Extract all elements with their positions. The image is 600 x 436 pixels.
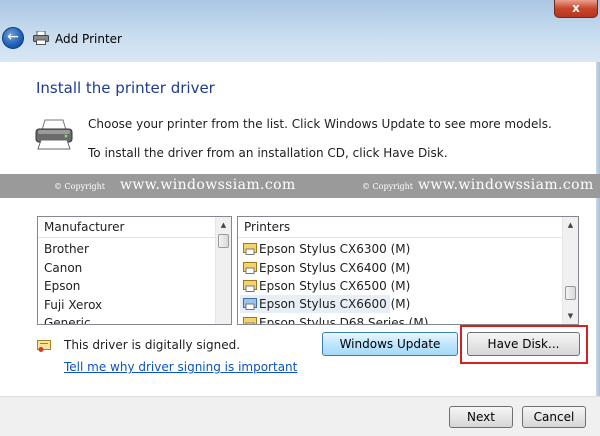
printer-name: Epson Stylus CX6500 (M) — [259, 279, 411, 293]
printer-icon — [33, 31, 49, 45]
window-title: Add Printer — [55, 32, 122, 46]
next-button[interactable]: Next — [449, 406, 513, 428]
printer-row[interactable]: Epson Stylus CX6300 (M) — [240, 240, 410, 258]
watermark-url: www.windowssiam.com — [418, 177, 594, 193]
printer-name: Epson Stylus CX6300 (M) — [259, 242, 411, 256]
driver-signing-link[interactable]: Tell me why driver signing is important — [64, 360, 297, 374]
list-item[interactable]: Generic — [44, 314, 91, 324]
printer-icon-large — [35, 119, 73, 150]
printer-row[interactable]: Epson Stylus CX6400 (M) — [240, 259, 410, 277]
printers-scrollbar[interactable]: ▲ ▼ — [562, 217, 578, 324]
manufacturer-list-header: Manufacturer — [38, 217, 231, 238]
windows-update-button[interactable]: Windows Update — [322, 332, 458, 356]
driver-icon — [243, 243, 257, 255]
list-item[interactable]: Epson — [44, 277, 80, 295]
instruction-line-2: To install the driver from an installati… — [88, 146, 448, 160]
scroll-down-icon[interactable]: ▼ — [563, 308, 578, 324]
manufacturer-scrollbar[interactable]: ▲ — [215, 217, 231, 324]
printers-list[interactable]: Printers Epson Stylus CX6300 (M) Epson S… — [237, 216, 579, 325]
driver-signed-text: This driver is digitally signed. — [64, 338, 241, 352]
have-disk-button[interactable]: Have Disk... — [467, 332, 580, 356]
printer-name: Epson Stylus D68 Series (M) — [259, 316, 429, 325]
watermark-copyright: © Copyright — [362, 182, 413, 191]
printer-name: Epson Stylus CX6600 (M) — [259, 297, 411, 311]
list-item[interactable]: Canon — [44, 259, 82, 277]
printers-list-header: Printers — [238, 217, 578, 238]
printer-row-selected[interactable]: Epson Stylus CX6600 (M) — [240, 295, 410, 313]
scroll-thumb[interactable] — [218, 234, 229, 248]
window-right-border — [596, 62, 600, 435]
watermark-url: www.windowssiam.com — [120, 177, 296, 193]
list-item[interactable]: Fuji Xerox — [44, 296, 102, 314]
cancel-button[interactable]: Cancel — [522, 406, 586, 428]
watermark-copyright: © Copyright — [54, 182, 105, 191]
list-item[interactable]: Brother — [44, 240, 89, 258]
instruction-line-1: Choose your printer from the list. Click… — [88, 117, 552, 131]
driver-icon — [243, 317, 257, 324]
scroll-thumb[interactable] — [565, 286, 576, 300]
driver-icon — [243, 280, 257, 292]
driver-icon — [243, 298, 257, 310]
scroll-up-icon[interactable]: ▲ — [216, 217, 231, 233]
printer-row[interactable]: Epson Stylus D68 Series (M) — [240, 314, 428, 324]
watermark-band: © Copyright www.windowssiam.com © Copyri… — [0, 174, 600, 198]
back-arrow-icon[interactable]: ← — [2, 27, 24, 49]
printer-row[interactable]: Epson Stylus CX6500 (M) — [240, 277, 410, 295]
close-button[interactable]: x — [554, 0, 598, 18]
printer-name: Epson Stylus CX6400 (M) — [259, 261, 411, 275]
page-heading: Install the printer driver — [36, 79, 215, 97]
scroll-up-icon[interactable]: ▲ — [563, 217, 578, 233]
manufacturer-list[interactable]: Manufacturer Brother Canon Epson Fuji Xe… — [37, 216, 232, 325]
certificate-icon — [37, 340, 51, 352]
driver-icon — [243, 262, 257, 274]
